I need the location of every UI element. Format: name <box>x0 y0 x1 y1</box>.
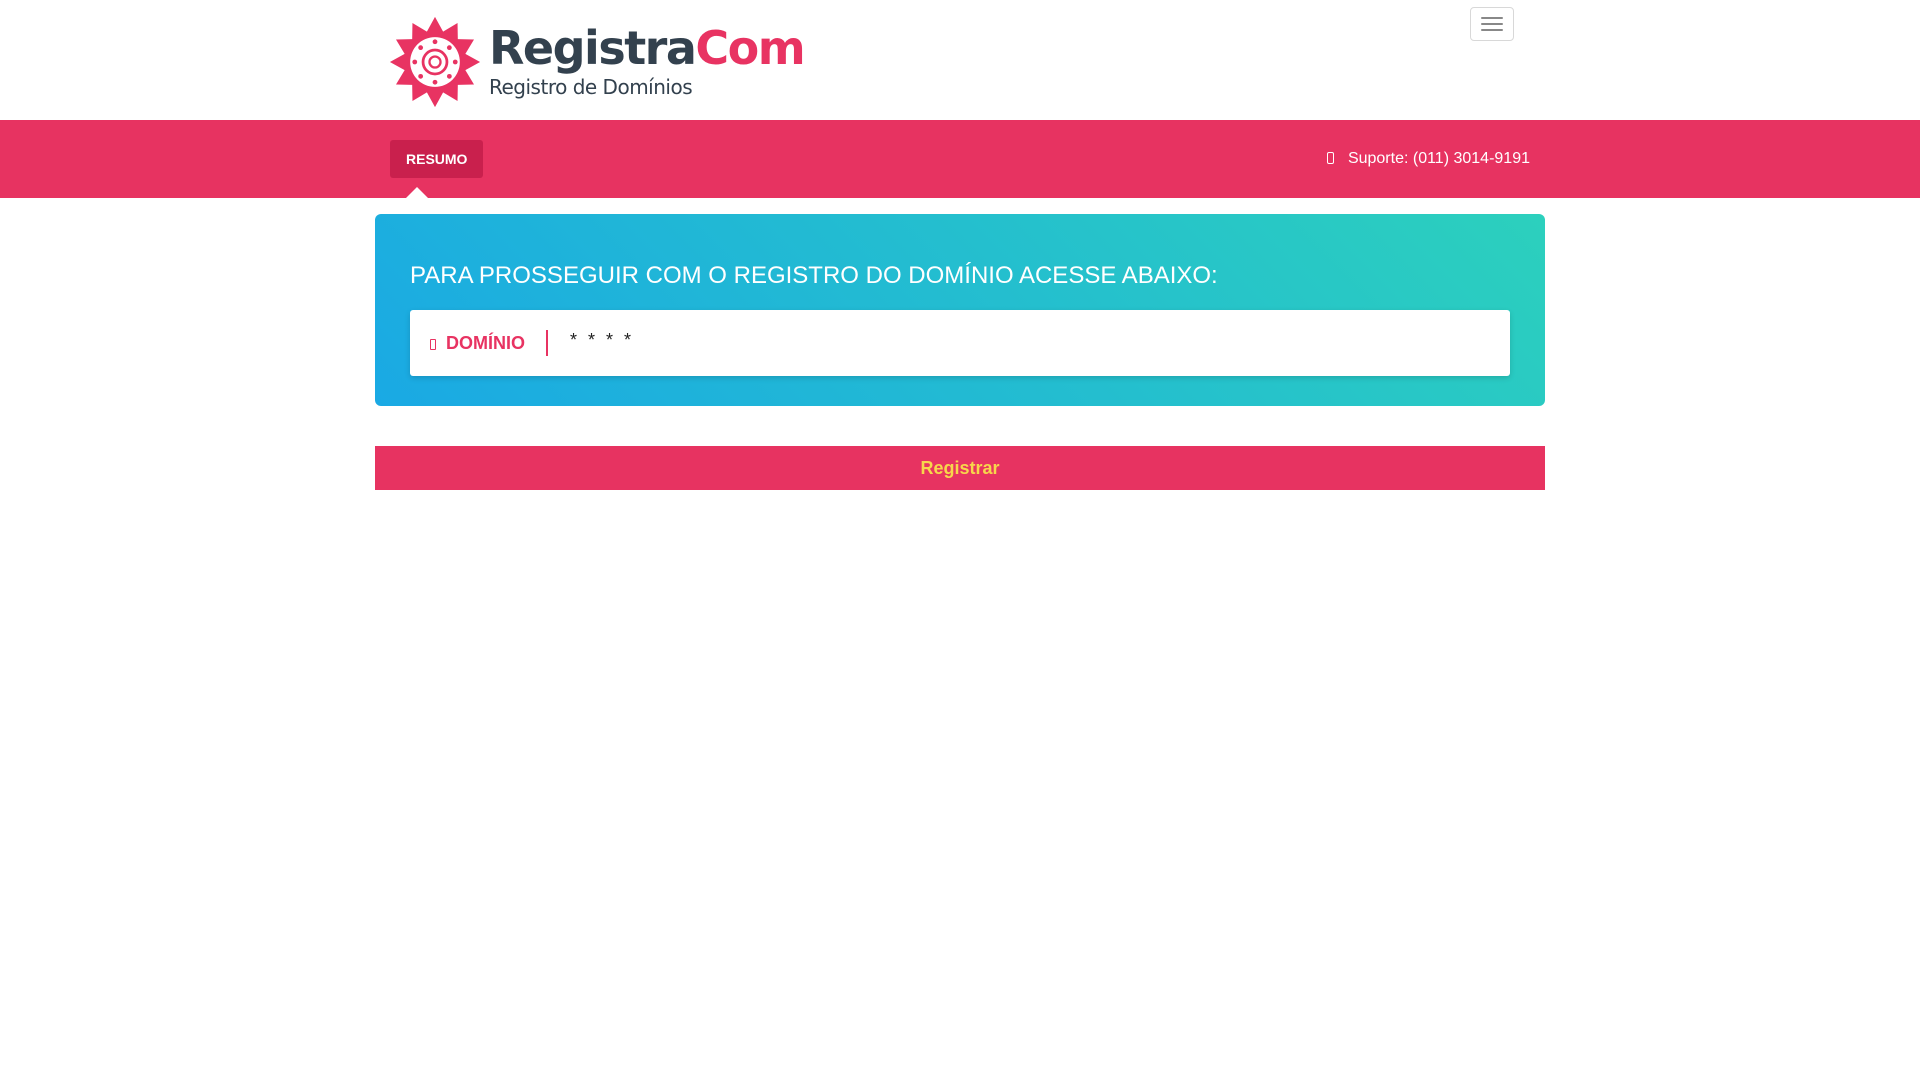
hamburger-menu-icon <box>1481 17 1503 19</box>
logo-name-part1: Registra <box>489 21 697 75</box>
page-title: PARA PROSSEGUIR COM O REGISTRO DO DOMÍNI… <box>410 262 1218 289</box>
tab-resumo[interactable]: RESUMO <box>390 140 484 178</box>
domain-label: DOMÍNIO <box>430 310 525 376</box>
navbar: RESUMO Suporte: (011) 3014-9191 <box>0 120 1920 198</box>
logo-name-part2: Com <box>695 21 805 75</box>
globe-icon <box>430 339 436 350</box>
domain-label-text: DOMÍNIO <box>446 333 525 353</box>
register-button[interactable]: Registrar <box>375 446 1545 490</box>
support-info: Suporte: (011) 3014-9191 <box>1326 120 1530 198</box>
hamburger-menu-icon <box>1481 29 1503 31</box>
hamburger-menu-icon <box>1481 23 1503 25</box>
support-text: Suporte: (011) 3014-9191 <box>1347 150 1530 167</box>
tab-active-indicator <box>406 187 428 198</box>
domain-separator <box>546 330 548 356</box>
logo-name: RegistraCom <box>489 25 806 71</box>
phone-icon <box>1326 152 1334 164</box>
logo[interactable]: RegistraCom Registro de Domínios <box>389 16 806 108</box>
domain-panel: PARA PROSSEGUIR COM O REGISTRO DO DOMÍNI… <box>375 214 1545 406</box>
logo-text: RegistraCom Registro de Domínios <box>489 25 806 99</box>
domain-box: DOMÍNIO * * * * <box>410 310 1510 376</box>
menu-toggle-button[interactable] <box>1470 7 1514 41</box>
logo-mark-icon <box>389 16 481 108</box>
header: RegistraCom Registro de Domínios <box>0 0 1920 120</box>
domain-value: * * * * <box>570 330 635 350</box>
logo-subtitle: Registro de Domínios <box>489 75 693 99</box>
